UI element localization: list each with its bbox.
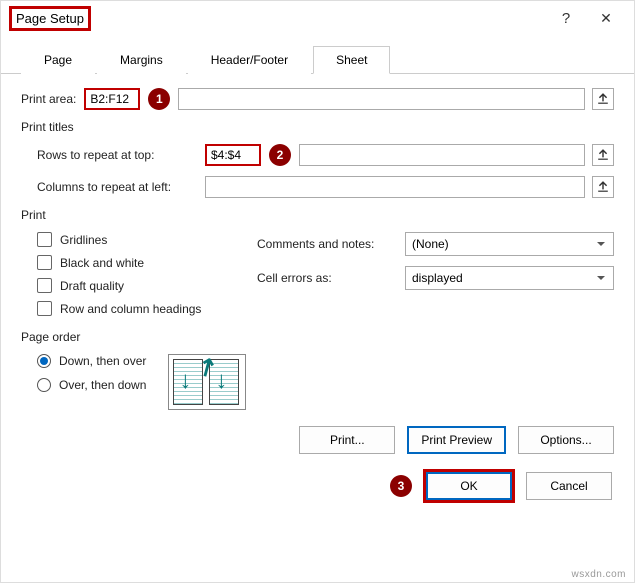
callout-1: 1	[148, 88, 170, 110]
print-area-input-ext[interactable]	[178, 88, 585, 110]
titlebar: Page Setup ? ✕	[1, 1, 634, 35]
cols-repeat-input[interactable]	[205, 176, 585, 198]
tab-sheet[interactable]: Sheet	[313, 46, 390, 74]
tab-margins[interactable]: Margins	[97, 46, 186, 74]
down-then-over-radio[interactable]	[37, 354, 51, 368]
action-buttons: Print... Print Preview Options...	[1, 418, 634, 462]
cancel-button[interactable]: Cancel	[526, 472, 612, 500]
dialog-title: Page Setup	[9, 6, 91, 31]
draft-quality-checkbox[interactable]	[37, 278, 52, 293]
cols-repeat-label: Columns to repeat at left:	[37, 180, 197, 194]
rows-repeat-range-picker[interactable]	[592, 144, 614, 166]
black-white-checkbox[interactable]	[37, 255, 52, 270]
black-white-label: Black and white	[60, 256, 144, 270]
close-button[interactable]: ✕	[586, 3, 626, 33]
row-col-headings-checkbox[interactable]	[37, 301, 52, 316]
cell-errors-combo[interactable]: displayed	[405, 266, 614, 290]
callout-3: 3	[390, 475, 412, 497]
print-area-input[interactable]: B2:F12	[84, 88, 140, 110]
page-setup-dialog: Page Setup ? ✕ Page Margins Header/Foote…	[0, 0, 635, 583]
rows-repeat-input[interactable]: $4:$4	[205, 144, 261, 166]
dialog-footer: 3 OK Cancel	[1, 462, 634, 510]
page-order-group: Page order	[21, 330, 614, 344]
print-titles-group: Print titles	[21, 120, 614, 134]
options-button[interactable]: Options...	[518, 426, 614, 454]
print-area-label: Print area:	[21, 92, 76, 106]
tab-header-footer[interactable]: Header/Footer	[188, 46, 311, 74]
print-area-range-picker[interactable]	[592, 88, 614, 110]
print-group: Print	[21, 208, 614, 222]
page-order-preview: ↓ ↗ ↓	[168, 354, 246, 410]
row-col-headings-label: Row and column headings	[60, 302, 201, 316]
watermark: wsxdn.com	[571, 569, 626, 580]
tab-page[interactable]: Page	[21, 46, 95, 74]
gridlines-checkbox[interactable]	[37, 232, 52, 247]
rows-repeat-input-ext[interactable]	[299, 144, 585, 166]
over-then-down-label: Over, then down	[59, 378, 146, 392]
help-button[interactable]: ?	[546, 3, 586, 33]
gridlines-label: Gridlines	[60, 233, 107, 247]
draft-quality-label: Draft quality	[60, 279, 124, 293]
over-then-down-radio[interactable]	[37, 378, 51, 392]
comments-combo[interactable]: (None)	[405, 232, 614, 256]
cols-repeat-range-picker[interactable]	[592, 176, 614, 198]
rows-repeat-label: Rows to repeat at top:	[37, 148, 197, 162]
tabstrip: Page Margins Header/Footer Sheet	[1, 35, 634, 74]
cell-errors-label: Cell errors as:	[257, 271, 397, 285]
sheet-panel: Print area: B2:F12 1 Print titles Rows t…	[1, 74, 634, 418]
callout-2: 2	[269, 144, 291, 166]
print-button[interactable]: Print...	[299, 426, 395, 454]
down-then-over-label: Down, then over	[59, 354, 146, 368]
print-preview-button[interactable]: Print Preview	[407, 426, 506, 454]
ok-button[interactable]: OK	[426, 472, 512, 500]
comments-label: Comments and notes:	[257, 237, 397, 251]
